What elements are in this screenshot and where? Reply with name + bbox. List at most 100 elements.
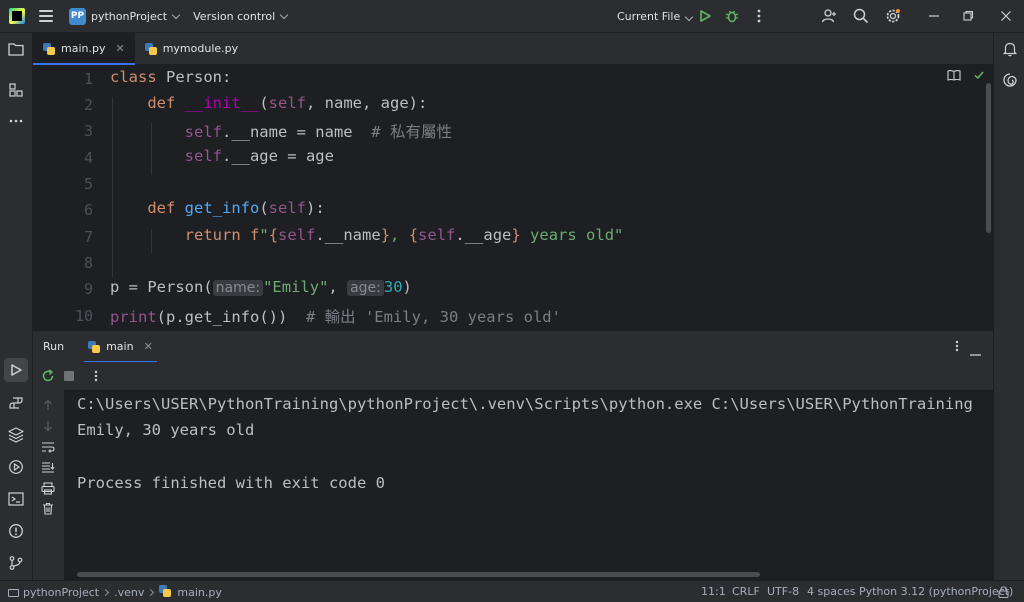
line-number: 9 [83, 280, 93, 298]
line-number: 4 [83, 149, 93, 167]
editor-scrollbar[interactable] [986, 83, 991, 233]
python-file-icon [43, 42, 55, 55]
line-number: 6 [83, 201, 93, 219]
editor-tab-bar: main.py ✕ mymodule.py [33, 33, 993, 65]
run-side-toolbar [33, 390, 64, 580]
breadcrumb: pythonProject .venv main.py [8, 585, 222, 599]
close-tab-icon[interactable]: ✕ [144, 340, 153, 353]
breadcrumb-venv[interactable]: .venv [114, 586, 144, 599]
debug-icon[interactable] [724, 8, 740, 24]
code-line-10: print(p.get_info()) # 輸出 'Emily, 30 year… [110, 308, 561, 326]
services-icon[interactable] [8, 459, 24, 475]
run-icon[interactable] [697, 8, 713, 24]
line-number: 8 [83, 254, 93, 272]
run-tab-main[interactable]: main ✕ [84, 331, 157, 363]
code-line-1: class Person: [110, 68, 232, 86]
tab-label: mymodule.py [162, 42, 239, 55]
restore-icon[interactable] [960, 8, 976, 24]
tab-label: main.py [61, 42, 106, 55]
chevron-down-icon[interactable] [171, 10, 181, 19]
close-tab-icon[interactable]: ✕ [115, 42, 124, 55]
code-line-2: def __init__(self, name, age): [147, 94, 428, 112]
arrow-up-icon[interactable] [41, 398, 55, 412]
line-ending-selector[interactable]: CRLF [732, 585, 760, 598]
rerun-icon[interactable] [41, 369, 55, 386]
hide-panel-icon[interactable] [970, 345, 981, 359]
interpreter-selector[interactable]: Python 3.12 (pythonProject) [859, 585, 1013, 598]
code-line-6: def get_info(self): [147, 199, 325, 217]
notifications-bell-icon[interactable] [1002, 41, 1018, 57]
run-panel-options-icon[interactable] [955, 340, 959, 355]
code-editor[interactable]: 1 2 3 4 5 6 7 8 9 10 class Person: def _… [33, 65, 993, 330]
python-packages-icon[interactable] [8, 427, 24, 443]
pycharm-logo-icon [9, 8, 25, 24]
python-console-icon[interactable] [8, 395, 24, 411]
left-tool-strip [0, 33, 33, 580]
run-panel-header: Run main ✕ [33, 330, 993, 363]
encoding-selector[interactable]: UTF-8 [767, 585, 799, 598]
trash-icon[interactable] [41, 501, 55, 515]
code-line-3: self.__name = name # 私有屬性 [184, 123, 452, 141]
code-comment: # 輸出 'Emily, 30 years old' [305, 308, 561, 326]
main-menu-icon[interactable] [39, 10, 53, 22]
stop-icon[interactable] [64, 371, 74, 381]
project-name[interactable]: pythonProject [91, 10, 167, 23]
structure-icon[interactable] [8, 82, 24, 98]
line-number: 3 [83, 122, 93, 140]
title-bar: PP pythonProject Version control Current… [0, 0, 1024, 33]
tab-main-py[interactable]: main.py ✕ [33, 33, 135, 65]
ai-assistant-icon[interactable] [1002, 72, 1018, 88]
run-config-label: Current File [617, 10, 681, 23]
inspection-ok-check-icon[interactable] [973, 69, 985, 84]
code-line-9: p = Person(name: "Emily", age: 30) [110, 278, 412, 296]
console-line: C:\Users\USER\PythonTraining\pythonProje… [77, 395, 973, 413]
status-bar: pythonProject .venv main.py 11:1 CRLF UTF-… [0, 580, 1024, 602]
search-icon[interactable] [853, 8, 869, 24]
code-comment: # 私有屬性 [371, 123, 452, 141]
python-file-icon [159, 585, 172, 597]
soft-wrap-icon[interactable] [41, 440, 55, 454]
arrow-down-icon[interactable] [41, 419, 55, 433]
console-line: Emily, 30 years old [77, 421, 255, 439]
console-horizontal-scrollbar[interactable] [77, 572, 760, 577]
line-number: 5 [83, 175, 93, 193]
more-actions-icon[interactable] [751, 8, 767, 24]
run-toolbar [33, 362, 993, 390]
run-panel-title: Run [43, 340, 65, 353]
git-icon[interactable] [8, 555, 24, 571]
reader-mode-icon[interactable] [947, 69, 961, 84]
python-file-icon [144, 42, 157, 55]
terminal-icon[interactable] [8, 491, 24, 507]
settings-icon[interactable] [885, 8, 901, 24]
more-tools-icon[interactable] [8, 113, 24, 129]
chevron-right-icon [102, 588, 110, 597]
run-config-selector[interactable]: Current File [617, 10, 694, 23]
indent-selector[interactable]: 4 spaces [807, 585, 856, 598]
line-number: 1 [83, 70, 93, 88]
run-console-output[interactable]: C:\Users\USER\PythonTraining\pythonProje… [64, 390, 993, 580]
scroll-to-end-icon[interactable] [41, 460, 55, 474]
caret-position[interactable]: 11:1 [701, 585, 726, 598]
project-badge[interactable]: PP [69, 7, 86, 25]
parameter-hint: age: [347, 280, 384, 296]
line-number-gutter: 1 2 3 4 5 6 7 8 9 10 [33, 65, 93, 330]
project-folder-icon[interactable] [8, 41, 24, 57]
line-number: 2 [83, 96, 93, 114]
close-icon[interactable] [998, 8, 1014, 24]
problems-icon[interactable] [8, 523, 24, 539]
code-line-4: self.__age = age [184, 147, 334, 165]
print-icon[interactable] [41, 481, 55, 495]
parameter-hint: name: [212, 280, 264, 296]
chevron-down-icon[interactable] [279, 10, 289, 19]
add-user-icon[interactable] [821, 8, 837, 24]
breadcrumb-file[interactable]: main.py [177, 586, 221, 599]
lock-icon[interactable] [998, 586, 1009, 601]
line-number: 10 [74, 307, 93, 325]
version-control-menu[interactable]: Version control [193, 10, 275, 23]
breadcrumb-project[interactable]: pythonProject [23, 586, 99, 599]
minimize-icon[interactable] [926, 8, 942, 24]
tab-mymodule-py[interactable]: mymodule.py [135, 33, 248, 64]
more-run-actions-icon[interactable] [94, 370, 98, 385]
right-tool-strip [993, 33, 1024, 580]
run-tool-window-icon[interactable] [4, 358, 28, 382]
